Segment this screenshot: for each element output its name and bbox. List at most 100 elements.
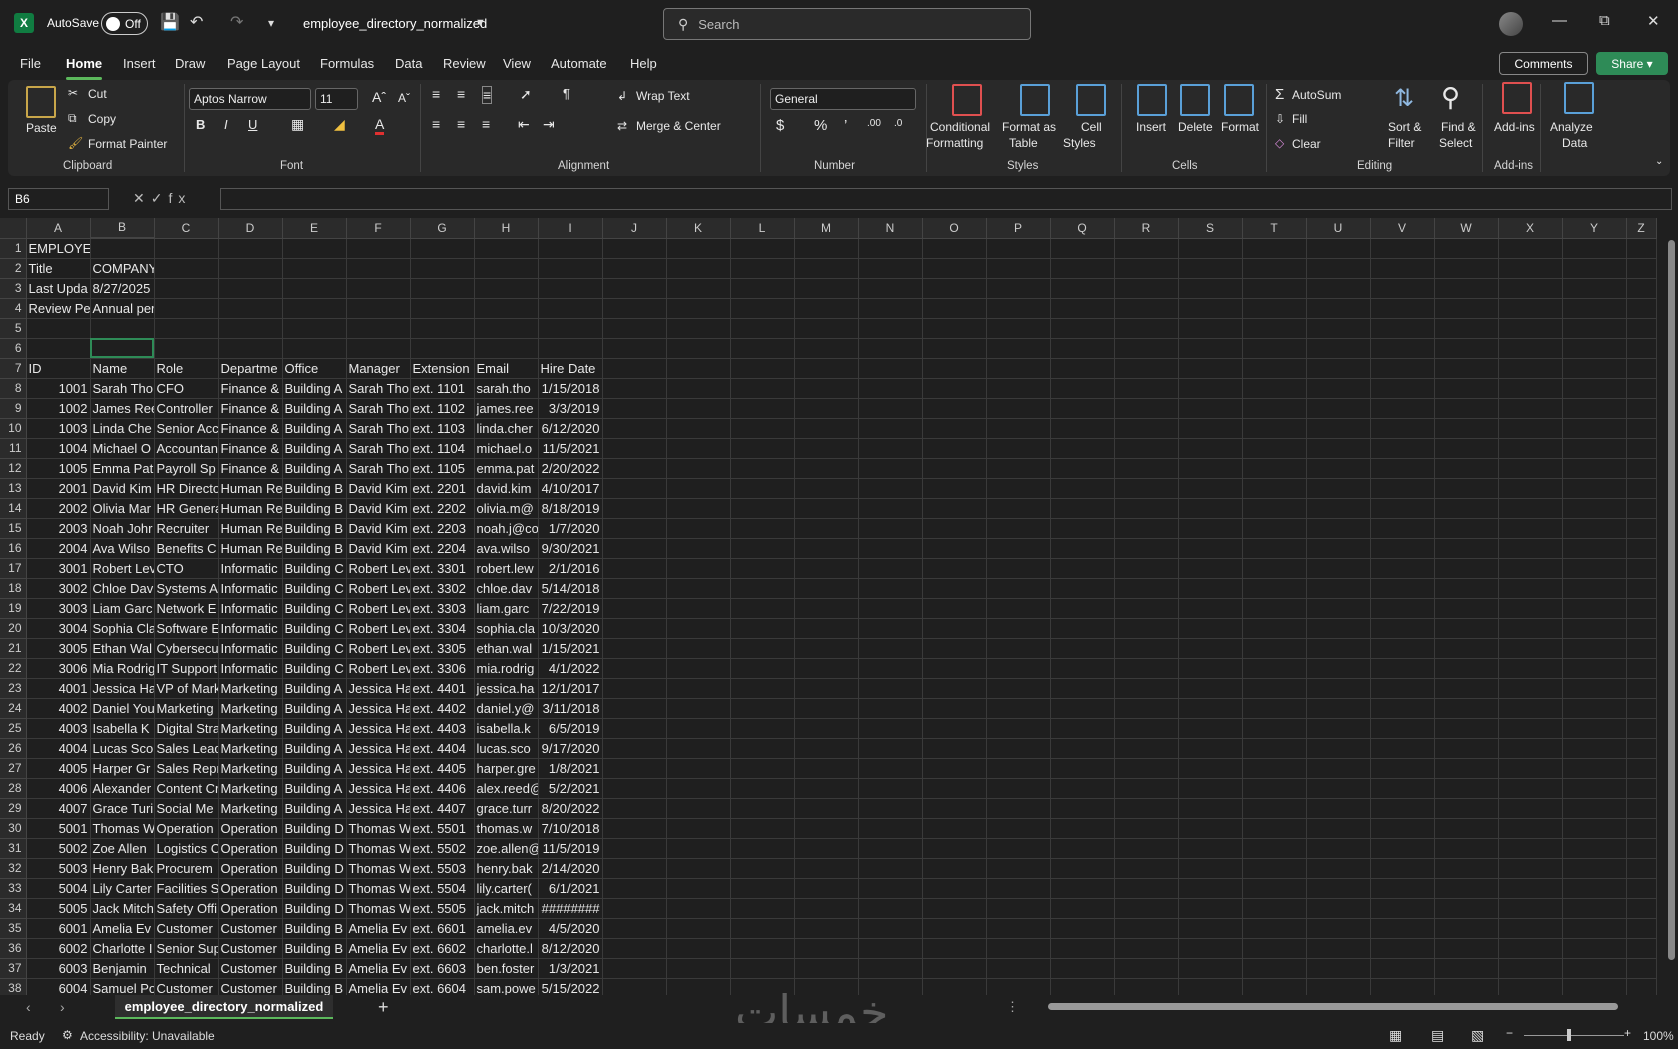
cell[interactable] <box>1114 258 1179 279</box>
cell[interactable]: Jessica Ha <box>346 718 411 739</box>
cell[interactable] <box>1434 538 1499 559</box>
cell[interactable] <box>1626 458 1657 479</box>
cell[interactable] <box>218 238 283 259</box>
cell[interactable]: Jessica Ha <box>346 738 411 759</box>
cell[interactable] <box>602 698 667 719</box>
cell[interactable]: David Kim <box>346 478 411 499</box>
cell[interactable] <box>1114 858 1179 879</box>
cell[interactable] <box>602 598 667 619</box>
cell[interactable] <box>1626 718 1657 739</box>
cell[interactable]: 3001 <box>26 558 91 579</box>
cell[interactable]: 11/5/2021 <box>538 438 603 459</box>
tab-file[interactable]: File <box>20 56 41 71</box>
cell[interactable]: Human Re <box>218 518 283 539</box>
number-format-select[interactable]: General <box>770 88 916 110</box>
cell[interactable]: Sarah Tho <box>90 378 155 399</box>
cell[interactable] <box>1242 338 1307 359</box>
row-header[interactable]: 1 <box>0 238 27 259</box>
cell[interactable] <box>730 458 795 479</box>
cell[interactable]: 7/10/2018 <box>538 818 603 839</box>
cell[interactable] <box>218 338 283 359</box>
wrap-text-button[interactable]: Wrap Text <box>636 89 690 103</box>
tab-formulas[interactable]: Formulas <box>320 56 374 71</box>
cell[interactable] <box>1562 298 1627 319</box>
column-header[interactable]: B <box>90 218 155 239</box>
cell[interactable] <box>794 798 859 819</box>
cell[interactable] <box>858 598 923 619</box>
cell[interactable]: 4005 <box>26 758 91 779</box>
cell[interactable]: 8/12/2020 <box>538 938 603 959</box>
cell[interactable] <box>986 638 1051 659</box>
cell[interactable] <box>986 278 1051 299</box>
cell[interactable] <box>1242 278 1307 299</box>
cell[interactable] <box>1626 938 1657 959</box>
cell[interactable] <box>1178 898 1243 919</box>
cell[interactable] <box>154 258 219 279</box>
cell[interactable] <box>1434 358 1499 379</box>
cell[interactable]: Human Re <box>218 538 283 559</box>
filename-chevron-icon[interactable]: ▼ <box>475 17 486 29</box>
cell[interactable] <box>1498 538 1563 559</box>
cell[interactable] <box>1498 878 1563 899</box>
cell[interactable]: 1001 <box>26 378 91 399</box>
cell[interactable] <box>1562 878 1627 899</box>
cell[interactable] <box>602 378 667 399</box>
cell[interactable]: ext. 5501 <box>410 818 475 839</box>
cell[interactable]: Building D <box>282 878 347 899</box>
cell[interactable] <box>858 398 923 419</box>
undo-icon[interactable]: ↶ <box>190 12 203 32</box>
cell[interactable] <box>730 398 795 419</box>
cell[interactable] <box>1242 858 1307 879</box>
cell[interactable]: ext. 2204 <box>410 538 475 559</box>
copy-button[interactable]: Copy <box>88 112 116 126</box>
cell[interactable]: Finance & <box>218 378 283 399</box>
cell[interactable] <box>666 358 731 379</box>
cell[interactable] <box>602 838 667 859</box>
cell[interactable] <box>666 878 731 899</box>
cell[interactable] <box>538 318 603 339</box>
cell-styles-icon[interactable] <box>1076 84 1106 116</box>
cell[interactable] <box>1626 678 1657 699</box>
cell[interactable] <box>1626 918 1657 939</box>
cell[interactable] <box>1178 398 1243 419</box>
cell[interactable] <box>1370 458 1435 479</box>
cell[interactable] <box>1306 518 1371 539</box>
cell[interactable] <box>986 578 1051 599</box>
cell[interactable] <box>986 958 1051 979</box>
cell[interactable] <box>1434 638 1499 659</box>
cell[interactable]: sam.powe <box>474 978 539 995</box>
row-header[interactable]: 37 <box>0 958 27 979</box>
cell[interactable] <box>538 238 603 259</box>
cell[interactable] <box>666 598 731 619</box>
clear-button[interactable]: Clear <box>1292 137 1321 151</box>
cell[interactable] <box>1498 278 1563 299</box>
cell[interactable]: Robert Lev <box>346 598 411 619</box>
cell[interactable] <box>1114 438 1179 459</box>
cell[interactable] <box>986 938 1051 959</box>
cell[interactable] <box>922 718 987 739</box>
cell[interactable] <box>794 738 859 759</box>
format-as-table-button[interactable]: Format as <box>1002 120 1056 134</box>
cell[interactable] <box>1306 698 1371 719</box>
cell[interactable]: Informatic <box>218 658 283 679</box>
cell[interactable] <box>858 498 923 519</box>
cell[interactable] <box>1114 578 1179 599</box>
cell[interactable] <box>1434 678 1499 699</box>
cell[interactable] <box>794 238 859 259</box>
cell[interactable] <box>922 338 987 359</box>
cell[interactable] <box>1562 278 1627 299</box>
cell[interactable]: ext. 3304 <box>410 618 475 639</box>
cell[interactable] <box>1370 238 1435 259</box>
cell[interactable]: Amelia Ev <box>346 958 411 979</box>
cell[interactable] <box>1050 738 1115 759</box>
cell[interactable] <box>538 278 603 299</box>
cell[interactable] <box>1178 958 1243 979</box>
analyze-data-button[interactable]: Analyze <box>1550 120 1593 134</box>
cell[interactable] <box>1626 398 1657 419</box>
cell[interactable] <box>218 258 283 279</box>
cell[interactable] <box>602 438 667 459</box>
underline-button[interactable]: U <box>248 117 257 132</box>
cell[interactable] <box>1242 418 1307 439</box>
cell[interactable] <box>1498 638 1563 659</box>
cell[interactable] <box>794 938 859 959</box>
